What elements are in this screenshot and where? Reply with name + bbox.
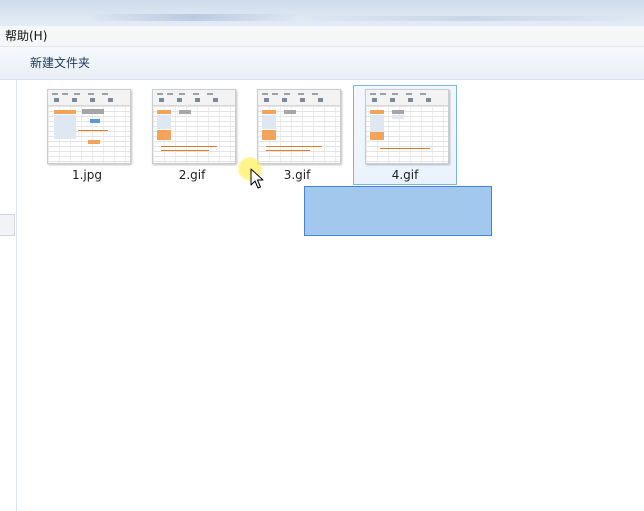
file-name[interactable]: 2.gif bbox=[141, 168, 243, 182]
window-titlebar bbox=[0, 0, 644, 26]
nav-pane-splitter[interactable] bbox=[0, 214, 15, 236]
file-thumbnail bbox=[365, 89, 449, 164]
file-thumbnail bbox=[47, 89, 131, 164]
file-item-1-jpg[interactable]: 1.jpg bbox=[35, 85, 139, 185]
file-list-view[interactable]: 1.jpg 2.gif 3.gif 4.gif bbox=[17, 80, 644, 511]
file-item-2-gif[interactable]: 2.gif bbox=[140, 85, 244, 185]
menu-bar: 帮助(H) bbox=[0, 26, 644, 47]
file-name[interactable]: 1.jpg bbox=[36, 168, 138, 182]
file-thumbnail bbox=[257, 89, 341, 164]
file-item-4-gif[interactable]: 4.gif bbox=[353, 85, 457, 185]
file-name[interactable]: 4.gif bbox=[354, 168, 456, 182]
menu-help[interactable]: 帮助(H) bbox=[2, 28, 50, 44]
toolbar: 新建文件夹 bbox=[0, 47, 644, 80]
titlebar-blur bbox=[300, 16, 640, 21]
drag-selection-rectangle bbox=[304, 186, 492, 236]
titlebar-blur bbox=[88, 14, 298, 21]
file-thumbnail bbox=[152, 89, 236, 164]
new-folder-button[interactable]: 新建文件夹 bbox=[22, 53, 98, 73]
arrow-cursor-icon bbox=[250, 168, 264, 189]
navigation-pane[interactable] bbox=[0, 80, 17, 511]
